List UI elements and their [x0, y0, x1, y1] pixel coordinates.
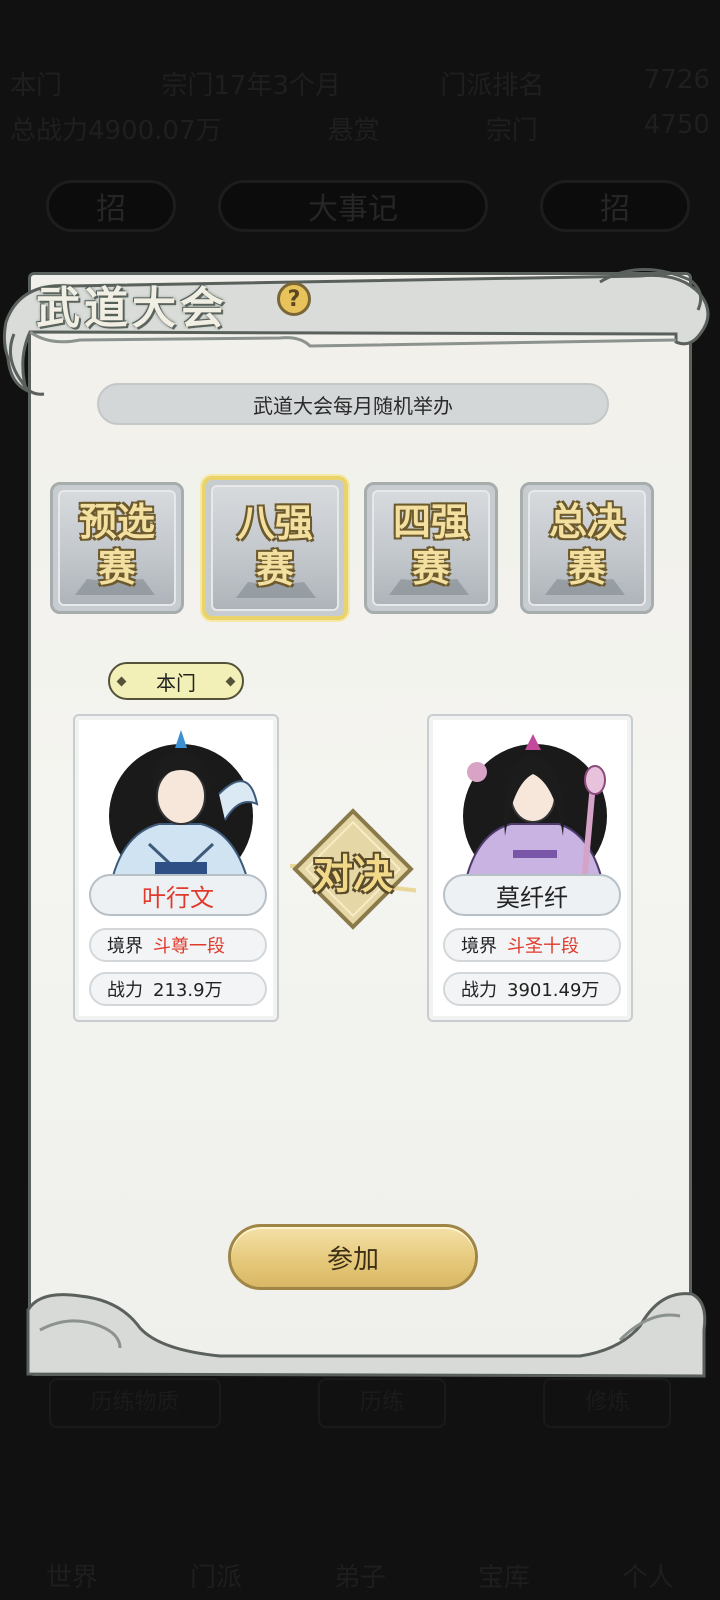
bg-sect-name: 本门 — [10, 71, 63, 101]
power-row: 战力 213.9万 — [89, 972, 267, 1006]
bg-total-power: 总战力4900.07万 — [10, 116, 222, 146]
bg-rank-value: 7726 — [643, 65, 710, 95]
fighter-name: 莫纤纤 — [443, 874, 621, 916]
bg-nav-treasury: 宝库 — [477, 1563, 530, 1593]
bg-mid-item: 修炼 — [543, 1378, 672, 1428]
bg-left-pill: 招 — [46, 180, 176, 232]
realm-value: 斗圣十段 — [507, 936, 579, 957]
bg-resource: 4750 — [643, 110, 710, 140]
realm-value: 斗尊一段 — [153, 936, 225, 957]
bg-nav-personal: 个人 — [621, 1563, 674, 1593]
bg-sect: 宗门 — [485, 116, 538, 146]
tab-label-line2: 赛 — [567, 545, 606, 590]
bg-nav-world: 世界 — [45, 1563, 98, 1593]
panel-title: 武道大会 — [36, 283, 228, 334]
right-fighter-card[interactable]: 莫纤纤 境界 斗圣十段 战力 3901.49万 — [427, 714, 633, 1022]
tab-label-line1: 八强 — [236, 500, 313, 545]
tab-finals[interactable]: 总决 赛 — [520, 482, 654, 614]
join-button[interactable]: 参加 — [228, 1224, 478, 1290]
background-status-bar: 本门 宗门17年3个月 门派排名 7726 总战力4900.07万 悬赏 宗门 … — [0, 55, 720, 155]
male-cultivator-portrait — [107, 730, 259, 894]
tab-top-four[interactable]: 四强 赛 — [364, 482, 498, 614]
background-mid-row: 历练物质 历练 修炼 — [0, 1378, 720, 1428]
realm-label: 境界 — [107, 936, 143, 957]
bg-sect-age: 宗门17年3个月 — [161, 71, 342, 101]
tab-top-eight[interactable]: 八强 赛 — [202, 476, 348, 620]
fighter-name: 叶行文 — [89, 874, 267, 916]
bg-mid-item: 历练物质 — [48, 1378, 221, 1428]
bg-bounty: 悬赏 — [327, 116, 380, 146]
female-cultivator-portrait — [461, 734, 607, 894]
tab-label: 八强 赛 — [206, 500, 344, 592]
tab-label-line2: 赛 — [255, 546, 294, 591]
power-value: 213.9万 — [153, 980, 223, 1001]
background-title-row: 招 大事记 招 — [0, 170, 720, 240]
tab-preliminary[interactable]: 预选 赛 — [50, 482, 184, 614]
bg-mid-item: 历练 — [317, 1378, 446, 1428]
background-bottom-nav: 世界 门派 弟子 宝库 个人 — [0, 1500, 720, 1600]
bg-nav-disciples: 弟子 — [333, 1563, 386, 1593]
tab-label-line1: 四强 — [392, 499, 469, 544]
power-label: 战力 — [107, 980, 143, 1001]
left-fighter-card[interactable]: 叶行文 境界 斗尊一段 战力 213.9万 — [73, 714, 279, 1022]
bg-right-pill: 招 — [540, 180, 690, 232]
tab-label-line2: 赛 — [97, 545, 136, 590]
tab-label: 预选 赛 — [53, 499, 181, 591]
tab-label-line1: 预选 — [78, 499, 155, 544]
own-sect-tag: 本门 — [108, 662, 244, 700]
help-icon[interactable]: ? — [277, 282, 311, 316]
realm-row: 境界 斗圣十段 — [443, 928, 621, 962]
realm-label: 境界 — [461, 936, 497, 957]
power-label: 战力 — [461, 980, 497, 1001]
versus-label: 对决 — [313, 851, 393, 898]
power-row: 战力 3901.49万 — [443, 972, 621, 1006]
realm-row: 境界 斗尊一段 — [89, 928, 267, 962]
power-value: 3901.49万 — [507, 980, 600, 1001]
bg-rank-label: 门派排名 — [440, 71, 545, 101]
bg-nav-sect: 门派 — [189, 1563, 242, 1593]
schedule-notice: 武道大会每月随机举办 — [97, 383, 609, 425]
tab-label: 总决 赛 — [523, 499, 651, 591]
tab-label-line1: 总决 — [548, 499, 625, 544]
tab-label-line2: 赛 — [411, 545, 450, 590]
bg-events-pill: 大事记 — [218, 180, 488, 232]
tab-label: 四强 赛 — [367, 499, 495, 591]
